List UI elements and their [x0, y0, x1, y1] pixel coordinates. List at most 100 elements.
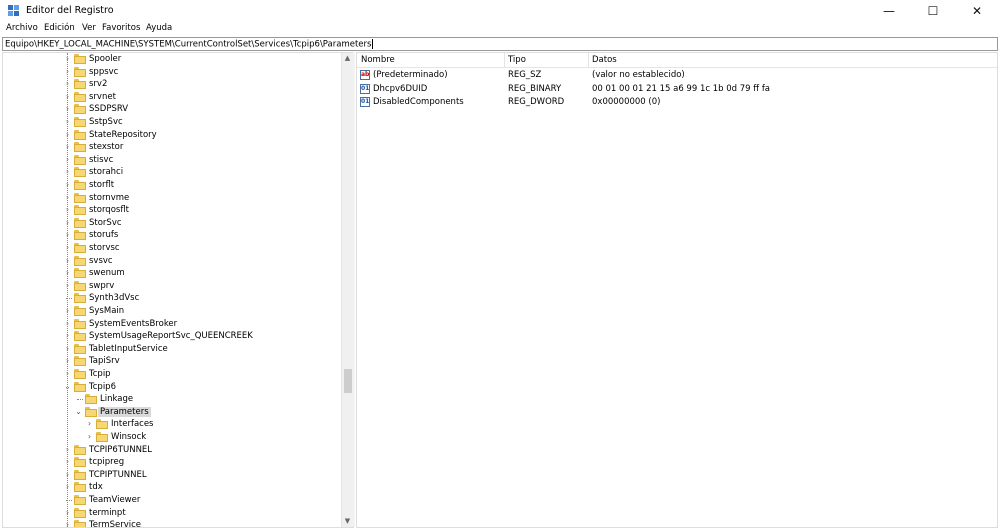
tree-node[interactable]: › SystemEventsBroker	[3, 318, 339, 330]
value-name-cell: Dhcpv6DUID	[373, 83, 428, 94]
address-bar[interactable]: Equipo\HKEY_LOCAL_MACHINE\SYSTEM\Current…	[2, 37, 998, 51]
tree-node-label: TCPIPTUNNEL	[89, 469, 147, 480]
tree-node[interactable]: › swenum	[3, 267, 339, 279]
tree-node[interactable]: › storvsc	[3, 242, 339, 254]
value-type-cell: REG_SZ	[508, 70, 542, 80]
tree-node[interactable]: › Tcpip	[3, 368, 339, 380]
value-row[interactable]: 01 Dhcpv6DUID REG_BINARY 00 01 00 01 21 15 …	[357, 83, 997, 96]
tree-node-label: storufs	[89, 230, 119, 241]
column-header-data[interactable]: Datos	[592, 55, 617, 65]
tree-node[interactable]: › storahci	[3, 166, 339, 178]
tree-node-label: srvnet	[89, 91, 116, 102]
tree-node[interactable]: › tcpipreg	[3, 456, 339, 468]
window-title: Editor del Registro	[26, 5, 114, 16]
column-header-type[interactable]: Tipo	[508, 55, 526, 65]
tree-node[interactable]: › SysMain	[3, 305, 339, 317]
tree-node[interactable]: › storflt	[3, 179, 339, 191]
tree-node[interactable]: › terminpt	[3, 507, 339, 519]
tree-node[interactable]: › sppsvc	[3, 66, 339, 78]
tree-node[interactable]: Linkage	[3, 393, 339, 405]
tree-node-label: storqosflt	[89, 205, 130, 216]
tree-node-label: Synth3dVsc	[89, 293, 140, 304]
title-bar: Editor del Registro — ☐ ✕	[0, 0, 1000, 22]
value-data-cell: 0x00000000 (0)	[592, 97, 661, 107]
tree-node[interactable]: › Winsock	[3, 431, 339, 443]
tree-node-label: storflt	[89, 180, 115, 190]
tree-node-label: Winsock	[111, 432, 147, 442]
tree-node-label: swprv	[89, 280, 115, 291]
tree-node[interactable]: ⌄ Tcpip6	[3, 381, 339, 393]
menu-ayuda[interactable]: Ayuda	[146, 23, 172, 33]
scroll-down-icon[interactable]: ▼	[342, 516, 353, 527]
tree-node[interactable]: › TabletInputService	[3, 343, 339, 355]
column-divider[interactable]	[504, 53, 505, 67]
folder-icon	[74, 79, 86, 90]
pane-splitter[interactable]	[353, 52, 355, 526]
tree-node[interactable]: Synth3dVsc	[3, 292, 339, 304]
menu-ver[interactable]: Ver	[82, 23, 96, 33]
tree-node[interactable]: › svsvc	[3, 255, 339, 267]
string-value-icon: ab	[360, 70, 370, 80]
binary-value-icon: 01	[360, 97, 370, 107]
tree-node-label: SysMain	[89, 306, 125, 316]
tree-node[interactable]: › swprv	[3, 280, 339, 292]
scroll-thumb[interactable]	[344, 369, 352, 393]
folder-icon	[74, 306, 86, 316]
value-row[interactable]: ab (Predeterminado) REG_SZ (valor no establ…	[357, 69, 997, 82]
menu-edicion[interactable]: Edición	[44, 23, 75, 33]
tree-node[interactable]: › storufs	[3, 229, 339, 241]
folder-icon	[74, 318, 86, 329]
tree-node[interactable]: › TapiSrv	[3, 355, 339, 367]
tree-node[interactable]: › stisvc	[3, 154, 339, 166]
tree-node[interactable]: › StorSvc	[3, 217, 339, 229]
tree-node-label: Linkage	[100, 394, 134, 405]
tree-node[interactable]: › TCPIPTUNNEL	[3, 469, 339, 481]
tree-node-label: sppsvc	[89, 66, 119, 77]
tree-node[interactable]: › Spooler	[3, 53, 339, 65]
tree-node-label: storvsc	[89, 243, 120, 253]
tree-node-label: StateRepository	[89, 129, 157, 140]
tree-node[interactable]: › SSDPSRV	[3, 103, 339, 115]
value-type-cell: REG_DWORD	[508, 97, 565, 107]
tree-node[interactable]: › SystemUsageReportSvc_QUEENCREEK	[3, 330, 339, 342]
menu-favoritos[interactable]: Favoritos	[102, 23, 140, 33]
tree-node[interactable]: TeamViewer	[3, 494, 339, 506]
value-row[interactable]: 01 DisabledComponents REG_DWORD 0x00000000 …	[357, 96, 997, 109]
tree-node[interactable]: › stexstor	[3, 141, 339, 153]
tree-node-label: stexstor	[89, 142, 124, 153]
menu-archivo[interactable]: Archivo	[6, 23, 38, 33]
maximize-button[interactable]: ☐	[911, 0, 955, 22]
tree-node[interactable]: › StateRepository	[3, 129, 339, 141]
tree-node-label: Tcpip	[89, 369, 111, 379]
tree-node[interactable]: › SstpSvc	[3, 116, 339, 128]
tree-node[interactable]: › srv2	[3, 78, 339, 90]
chevron-right-icon[interactable]: ›	[85, 432, 94, 442]
column-header-name[interactable]: Nombre	[361, 55, 395, 65]
tree-node[interactable]: › Interfaces	[3, 418, 339, 430]
tree-node[interactable]: › stornvme	[3, 192, 339, 204]
tree-node-label: Parameters	[98, 406, 151, 417]
tree-node[interactable]: › TCPIP6TUNNEL	[3, 444, 339, 456]
minimize-button[interactable]: —	[867, 0, 911, 22]
tree-node[interactable]: › storqosflt	[3, 204, 339, 216]
tree-scrollbar[interactable]: ▲ ▼	[341, 53, 353, 527]
key-tree-pane[interactable]: › Spooler › sppsvc › srv2 › srvnet › SSDPSRV › Sstp…	[2, 52, 354, 528]
tree-node[interactable]: ⌄ Parameters	[3, 406, 339, 418]
column-divider[interactable]	[588, 53, 589, 67]
folder-icon	[74, 482, 86, 493]
scroll-up-icon[interactable]: ▲	[342, 53, 353, 64]
tree-node-label: srv2	[89, 79, 108, 90]
folder-icon	[85, 406, 97, 417]
tree-node[interactable]: › tdx	[3, 481, 339, 493]
values-list-pane[interactable]: Nombre Tipo Datos ab (Predeterminado) REG_…	[356, 52, 998, 528]
folder-icon	[74, 507, 86, 518]
chevron-down-icon[interactable]: ⌄	[74, 407, 83, 417]
close-button[interactable]: ✕	[955, 0, 999, 22]
folder-icon	[85, 394, 97, 405]
list-header: Nombre Tipo Datos	[357, 53, 997, 68]
folder-icon	[74, 66, 86, 77]
tree-node[interactable]: › srvnet	[3, 91, 339, 103]
tree-node-label: StorSvc	[89, 217, 122, 228]
tree-node-label: Tcpip6	[89, 381, 116, 392]
chevron-right-icon[interactable]: ›	[85, 419, 94, 429]
